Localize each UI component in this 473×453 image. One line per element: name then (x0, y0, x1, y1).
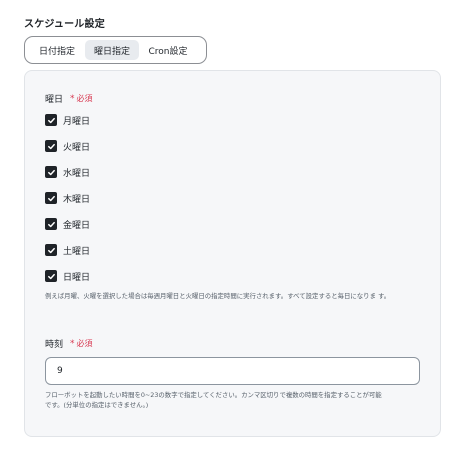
checkbox-monday[interactable] (45, 114, 57, 126)
time-input[interactable] (45, 357, 420, 385)
weekday-option-wednesday[interactable]: 水曜日 (45, 165, 90, 179)
required-asterisk: * (70, 338, 75, 349)
required-asterisk: * (70, 93, 75, 104)
required-text: 必須 (76, 94, 93, 103)
checkbox-label: 火曜日 (63, 142, 91, 153)
schedule-settings-page: スケジュール設定 日付指定 曜日指定 Cron設定 曜日 * 必須 月曜日 火曜… (0, 0, 473, 453)
check-icon (47, 273, 55, 279)
checkbox-label: 月曜日 (63, 116, 91, 127)
checkbox-label: 日曜日 (63, 272, 91, 283)
weekday-option-sunday[interactable]: 日曜日 (45, 269, 90, 283)
weekday-option-thursday[interactable]: 木曜日 (45, 191, 90, 205)
time-help-line-2: です。(分単位の指定はできません。) (45, 400, 149, 409)
weekday-option-saturday[interactable]: 土曜日 (45, 243, 90, 257)
required-text: 必須 (76, 339, 93, 348)
weekday-option-monday[interactable]: 月曜日 (45, 113, 90, 127)
tab-weekday[interactable]: 曜日指定 (85, 40, 139, 60)
checkbox-label: 土曜日 (63, 246, 91, 257)
tab-date[interactable]: 日付指定 (29, 40, 85, 60)
time-help-line-1: フローボットを起動したい時間を0~23の数字で指定してください。カンマ区切りで複… (45, 391, 382, 399)
weekday-option-friday[interactable]: 金曜日 (45, 217, 90, 231)
check-icon (47, 247, 55, 253)
checkbox-wednesday[interactable] (45, 166, 57, 178)
time-help-text: フローボットを起動したい時間を0~23の数字で指定してください。カンマ区切りで複… (45, 391, 430, 410)
checkbox-saturday[interactable] (45, 244, 57, 256)
checkbox-label: 金曜日 (63, 220, 91, 231)
required-indicator: * 必須 (70, 338, 93, 349)
checkbox-label: 木曜日 (63, 194, 91, 205)
required-indicator: * 必須 (70, 93, 93, 104)
check-icon (47, 169, 55, 175)
checkbox-thursday[interactable] (45, 192, 57, 204)
check-icon (47, 143, 55, 149)
weekday-help-text: 例えば月曜、火曜を選択した場合は毎週月曜日と火曜日の指定時間に実行されます。すべ… (45, 292, 391, 300)
schedule-type-segmented-control: 日付指定 曜日指定 Cron設定 (24, 36, 207, 64)
checkbox-label: 水曜日 (63, 168, 91, 179)
check-icon (47, 195, 55, 201)
tab-cron[interactable]: Cron設定 (139, 40, 197, 60)
check-icon (47, 221, 55, 227)
section-title: スケジュール設定 (24, 19, 105, 30)
weekday-label: 曜日 (45, 95, 64, 105)
checkbox-friday[interactable] (45, 218, 57, 230)
weekday-label-row: 曜日 * 必須 (45, 92, 93, 106)
time-label: 時刻 (45, 340, 64, 350)
check-icon (47, 117, 55, 123)
checkbox-tuesday[interactable] (45, 140, 57, 152)
weekday-option-tuesday[interactable]: 火曜日 (45, 139, 90, 153)
time-label-row: 時刻 * 必須 (45, 337, 93, 351)
checkbox-sunday[interactable] (45, 270, 57, 282)
